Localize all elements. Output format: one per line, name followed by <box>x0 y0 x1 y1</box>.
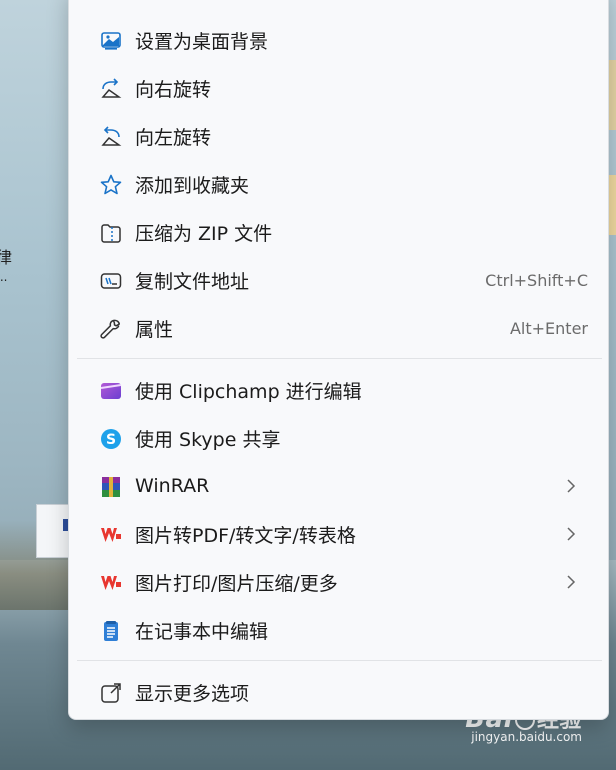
chevron-right-icon <box>567 479 576 493</box>
menu-item-label: 添加到收藏夹 <box>135 174 250 197</box>
menu-item-label: 压缩为 ZIP 文件 <box>135 222 273 245</box>
zip-folder-icon <box>99 221 123 245</box>
rotate-right-icon <box>99 77 123 101</box>
open-external-icon <box>99 681 123 705</box>
menu-item-label: 在记事本中编辑 <box>135 620 269 643</box>
clipchamp-icon <box>99 379 123 403</box>
menu-item-winrar[interactable]: WinRAR <box>77 463 602 509</box>
menu-item-skype[interactable]: S 使用 Skype 共享 <box>77 415 602 461</box>
menu-item-wps-convert[interactable]: 图片转PDF/转文字/转表格 <box>77 511 602 557</box>
notepad-icon <box>99 619 123 643</box>
star-icon <box>99 173 123 197</box>
svg-text:S: S <box>106 432 116 448</box>
menu-separator <box>77 358 602 359</box>
context-menu: 设置为桌面背景 向右旋转 向左旋转 添加到收藏夹 压缩为 ZIP 文件 复制文件… <box>68 0 609 720</box>
menu-item-label: 显示更多选项 <box>135 682 250 705</box>
menu-item-rotate-right[interactable]: 向右旋转 <box>77 65 602 111</box>
menu-item-label: 使用 Skype 共享 <box>135 428 281 451</box>
set-as-wallpaper-icon <box>99 29 123 53</box>
chevron-right-icon <box>567 575 576 589</box>
copy-path-icon <box>99 269 123 293</box>
menu-item-label: WinRAR <box>135 475 210 497</box>
menu-item-notepad[interactable]: 在记事本中编辑 <box>77 607 602 653</box>
menu-item-properties[interactable]: 属性 Alt+Enter <box>77 305 602 351</box>
menu-item-label: 使用 Clipchamp 进行编辑 <box>135 380 362 403</box>
menu-item-shortcut: Alt+Enter <box>509 318 588 338</box>
menu-item-label: 向右旋转 <box>135 78 212 101</box>
menu-item-wps-print[interactable]: 图片打印/图片压缩/更多 <box>77 559 602 605</box>
menu-item-set-wallpaper[interactable]: 设置为桌面背景 <box>77 17 602 63</box>
menu-item-label: 设置为桌面背景 <box>135 30 269 53</box>
menu-separator <box>77 660 602 661</box>
menu-item-compress-zip[interactable]: 压缩为 ZIP 文件 <box>77 209 602 255</box>
rotate-left-icon <box>99 125 123 149</box>
menu-item-clipchamp[interactable]: 使用 Clipchamp 进行编辑 <box>77 367 602 413</box>
menu-item-show-more[interactable]: 显示更多选项 <box>77 669 602 715</box>
menu-item-copy-path[interactable]: 复制文件地址 Ctrl+Shift+C <box>77 257 602 303</box>
menu-item-label: 图片打印/图片压缩/更多 <box>135 572 338 595</box>
menu-item-rotate-left[interactable]: 向左旋转 <box>77 113 602 159</box>
winrar-icon <box>99 475 123 499</box>
wrench-icon <box>99 317 123 341</box>
menu-item-label: 属性 <box>135 318 174 341</box>
menu-item-label: 图片转PDF/转文字/转表格 <box>135 524 356 547</box>
menu-item-add-favorites[interactable]: 添加到收藏夹 <box>77 161 602 207</box>
menu-item-label: 向左旋转 <box>135 126 212 149</box>
menu-item-label: 复制文件地址 <box>135 270 250 293</box>
skype-icon: S <box>99 427 123 451</box>
wps-icon <box>99 523 123 547</box>
menu-item-shortcut: Ctrl+Shift+C <box>485 270 588 290</box>
chevron-right-icon <box>567 527 576 541</box>
desktop-label-ellipsis: ... <box>0 270 8 284</box>
desktop-label-fragment: 律 <box>0 248 13 267</box>
wps-icon <box>99 571 123 595</box>
